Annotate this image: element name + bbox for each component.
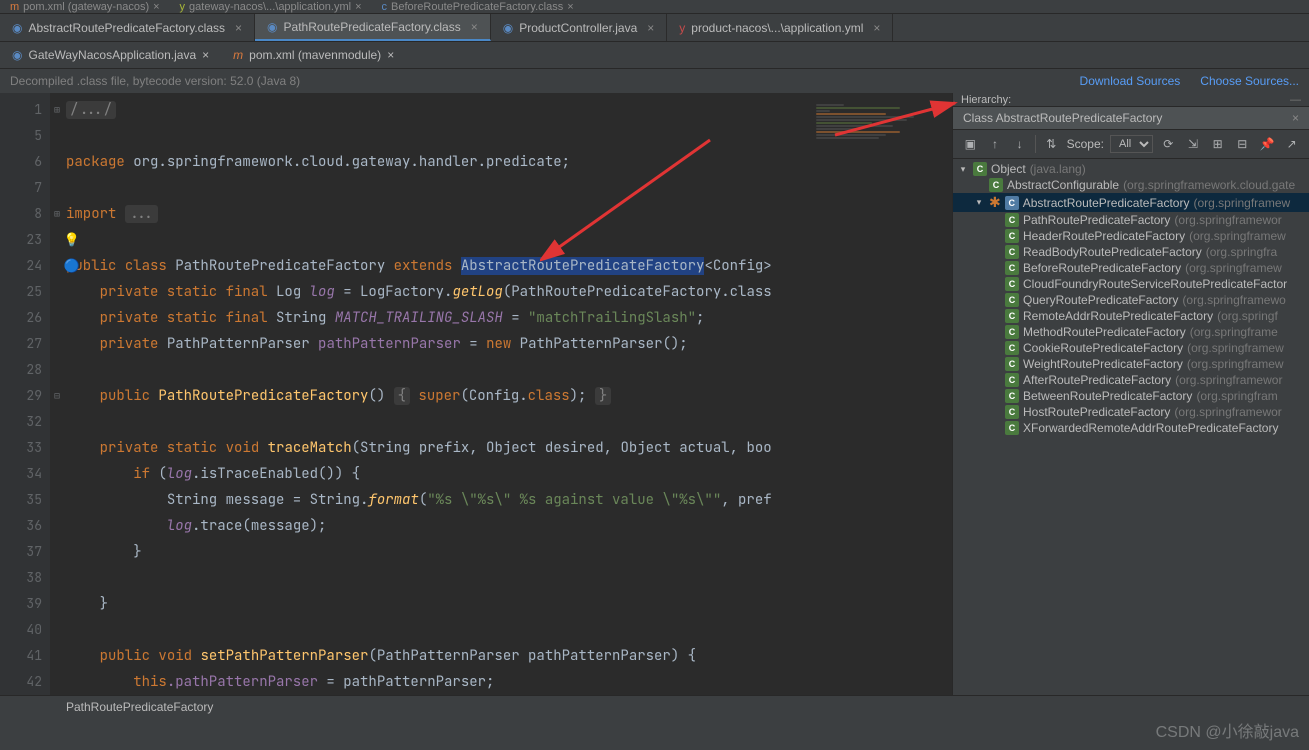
close-icon[interactable]: × bbox=[471, 20, 478, 34]
tree-node[interactable]: CMethodRoutePredicateFactory (org.spring… bbox=[953, 324, 1309, 340]
sub-tab-pom[interactable]: mpom.xml (mavenmodule)× bbox=[221, 42, 406, 68]
supertypes-icon[interactable]: ↑ bbox=[986, 134, 1005, 154]
close-icon[interactable]: × bbox=[873, 21, 880, 35]
pin-tab-icon[interactable]: 📌 bbox=[1258, 134, 1277, 154]
hierarchy-toolbar: ▣ ↑ ↓ ⇅ Scope: All ⟳ ⇲ ⊞ ⊟ 📌 ↗ bbox=[953, 130, 1309, 159]
tab-abstract-factory[interactable]: ◉AbstractRoutePredicateFactory.class× bbox=[0, 14, 255, 41]
subtypes-icon[interactable]: ↓ bbox=[1010, 134, 1029, 154]
expand-icon[interactable]: ⊞ bbox=[1208, 134, 1227, 154]
watermark: CSDN @小徐敲java bbox=[1156, 718, 1299, 742]
sort-icon[interactable]: ⇅ bbox=[1042, 134, 1061, 154]
sub-tabs: ◉GateWayNacosApplication.java× mpom.xml … bbox=[0, 41, 1309, 68]
close-icon[interactable]: × bbox=[387, 48, 394, 62]
hierarchy-tree[interactable]: ▾CObject (java.lang)CAbstractConfigurabl… bbox=[953, 159, 1309, 695]
editor-tabs: ◉AbstractRoutePredicateFactory.class× ◉P… bbox=[0, 14, 1309, 41]
close-icon[interactable]: × bbox=[202, 48, 209, 62]
scope-select[interactable]: All bbox=[1110, 135, 1153, 153]
choose-sources-link[interactable]: Choose Sources... bbox=[1200, 74, 1299, 88]
refresh-icon[interactable]: ⟳ bbox=[1159, 134, 1178, 154]
info-bar: Decompiled .class file, bytecode version… bbox=[0, 68, 1309, 93]
bg-tab[interactable]: ygateway-nacos\...\application.yml× bbox=[170, 1, 372, 13]
hierarchy-tab[interactable]: Class AbstractRoutePredicateFactory × bbox=[953, 107, 1309, 130]
sub-tab-gateway-app[interactable]: ◉GateWayNacosApplication.java× bbox=[0, 42, 221, 68]
lightbulb-icon[interactable]: 💡 bbox=[64, 227, 80, 253]
tree-node[interactable]: ▾✱CAbstractRoutePredicateFactory (org.sp… bbox=[953, 193, 1309, 212]
tree-node[interactable]: CQueryRoutePredicateFactory (org.springf… bbox=[953, 292, 1309, 308]
tree-node[interactable]: CCookieRoutePredicateFactory (org.spring… bbox=[953, 340, 1309, 356]
tab-product-controller[interactable]: ◉ProductController.java× bbox=[491, 14, 668, 41]
bg-tab[interactable]: mpom.xml (gateway-nacos)× bbox=[0, 1, 170, 13]
status-bar: PathRoutePredicateFactory bbox=[0, 695, 1309, 750]
breadcrumb[interactable]: PathRoutePredicateFactory bbox=[66, 700, 213, 714]
tab-application-yml[interactable]: yproduct-nacos\...\application.yml× bbox=[667, 14, 893, 41]
hierarchy-panel: Hierarchy: — Class AbstractRoutePredicat… bbox=[952, 93, 1309, 695]
collapse-icon[interactable]: ⊟ bbox=[1233, 134, 1252, 154]
tree-node[interactable]: CHostRoutePredicateFactory (org.springfr… bbox=[953, 404, 1309, 420]
tree-node[interactable]: CAbstractConfigurable (org.springframewo… bbox=[953, 177, 1309, 193]
code-editor[interactable]: 1⊞ 5 6 7 8⊞ 23💡 24🔵 25 26 27 28 29⊟ 32 3… bbox=[0, 93, 952, 695]
tree-node[interactable]: CCloudFoundryRouteServiceRoutePredicateF… bbox=[953, 276, 1309, 292]
close-icon[interactable]: × bbox=[647, 21, 654, 35]
tree-node[interactable]: CPathRoutePredicateFactory (org.springfr… bbox=[953, 212, 1309, 228]
tree-node[interactable]: CWeightRoutePredicateFactory (org.spring… bbox=[953, 356, 1309, 372]
decompile-info: Decompiled .class file, bytecode version… bbox=[10, 74, 300, 88]
tree-node[interactable]: CBetweenRoutePredicateFactory (org.sprin… bbox=[953, 388, 1309, 404]
class-hierarchy-icon[interactable]: ▣ bbox=[961, 134, 980, 154]
tree-node[interactable]: CHeaderRoutePredicateFactory (org.spring… bbox=[953, 228, 1309, 244]
gutter: 1⊞ 5 6 7 8⊞ 23💡 24🔵 25 26 27 28 29⊟ 32 3… bbox=[0, 93, 50, 695]
download-sources-link[interactable]: Download Sources bbox=[1080, 74, 1181, 88]
tree-node[interactable]: CBeforeRoutePredicateFactory (org.spring… bbox=[953, 260, 1309, 276]
bg-tab[interactable]: cBeforeRoutePredicateFactory.class× bbox=[372, 1, 584, 13]
close-icon[interactable]: × bbox=[235, 21, 242, 35]
pin-icon[interactable]: — bbox=[1290, 94, 1301, 106]
minimap[interactable] bbox=[812, 93, 952, 695]
tree-node[interactable]: CXForwardedRemoteAddrRoutePredicateFacto… bbox=[953, 420, 1309, 436]
tree-node[interactable]: CAfterRoutePredicateFactory (org.springf… bbox=[953, 372, 1309, 388]
tree-node[interactable]: CRemoteAddrRoutePredicateFactory (org.sp… bbox=[953, 308, 1309, 324]
close-icon[interactable]: × bbox=[1292, 111, 1299, 125]
autoscroll-icon[interactable]: ⇲ bbox=[1184, 134, 1203, 154]
tree-node[interactable]: ▾CObject (java.lang) bbox=[953, 161, 1309, 177]
background-tabs-row: mpom.xml (gateway-nacos)× ygateway-nacos… bbox=[0, 0, 1309, 14]
tab-path-factory[interactable]: ◉PathRoutePredicateFactory.class× bbox=[255, 14, 491, 41]
tree-node[interactable]: CReadBodyRoutePredicateFactory (org.spri… bbox=[953, 244, 1309, 260]
class-icon[interactable]: 🔵 bbox=[64, 253, 80, 279]
hierarchy-header: Hierarchy: — bbox=[953, 93, 1309, 107]
export-icon[interactable]: ↗ bbox=[1282, 134, 1301, 154]
